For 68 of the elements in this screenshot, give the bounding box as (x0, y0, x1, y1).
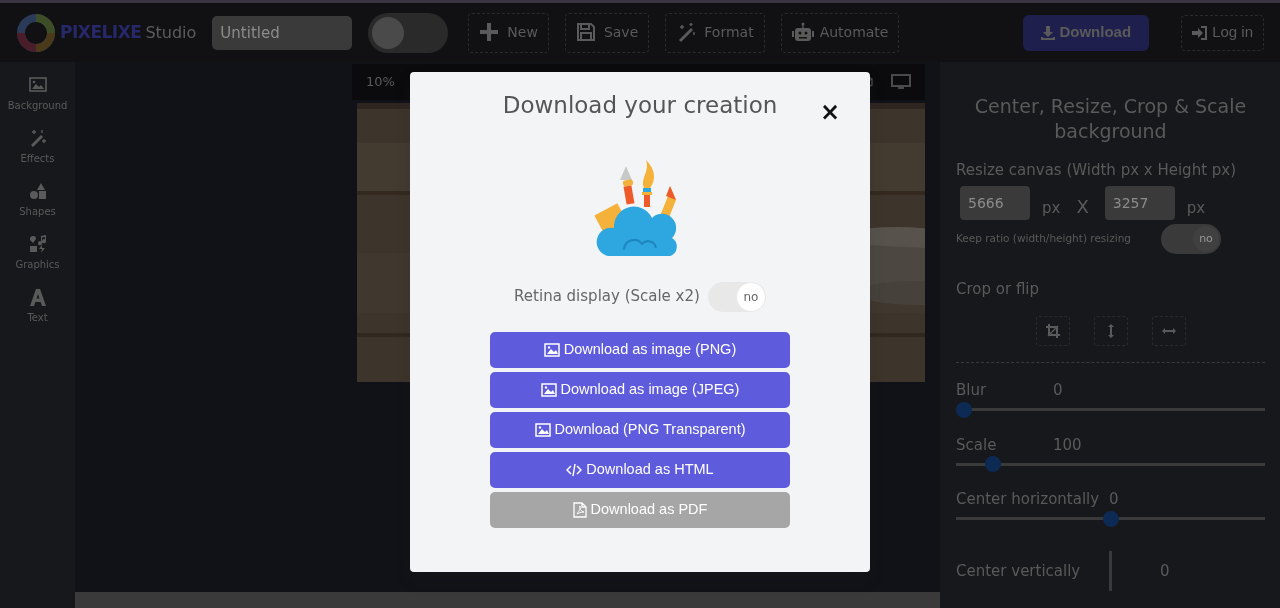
times-label: X (1076, 194, 1089, 219)
sidebar-item[interactable]: Background (0, 66, 75, 119)
text-icon (28, 288, 47, 306)
graphics-icon (28, 235, 47, 253)
slider-track[interactable] (1109, 550, 1112, 591)
logo-text: PIXELIXE (60, 20, 142, 44)
slider-label: Center horizontally (956, 489, 1101, 511)
field-label: Keep ratio (width/height) resizing (956, 231, 1131, 246)
ratio-toggle[interactable]: no (1161, 223, 1221, 254)
close-button[interactable]: × (819, 100, 840, 124)
crop-button[interactable] (1035, 316, 1070, 347)
field-label: Resize canvas (Width px x Height px) (956, 160, 1238, 182)
scrollbar[interactable] (75, 592, 940, 608)
login-button[interactable]: Log in (1181, 14, 1264, 51)
save-button[interactable]: Save (564, 12, 650, 53)
unit-label: px (1042, 198, 1061, 220)
image-icon (534, 422, 551, 437)
image-icon (28, 76, 47, 94)
monitor-icon (891, 74, 911, 90)
slider-label: Scale (956, 434, 998, 456)
theme-toggle[interactable] (368, 12, 449, 53)
slider-thumb[interactable] (1102, 510, 1119, 527)
dialog-title: Download your creation (502, 92, 778, 120)
crop-icon (1044, 323, 1061, 340)
download-option-button[interactable]: Download as image (JPEG) (490, 371, 790, 408)
automate-button[interactable]: Automate (780, 12, 900, 53)
slider-value: 0 (1160, 560, 1170, 582)
logo-text: Studio (145, 21, 197, 44)
new-button[interactable]: New (468, 12, 549, 53)
download-icon (1041, 25, 1056, 40)
sidebar-item[interactable]: Text (0, 278, 75, 331)
code-icon (566, 462, 583, 477)
retina-toggle[interactable]: no (707, 281, 766, 312)
slider-label: Blur (956, 380, 988, 402)
height-field[interactable]: 3257 (1104, 185, 1175, 220)
shapes-icon (28, 182, 47, 200)
title-field[interactable]: Untitled (212, 15, 353, 50)
toggle-knob[interactable]: no (736, 282, 765, 311)
logo-icon (16, 12, 56, 53)
width-field[interactable]: 5666 (960, 185, 1030, 220)
field-label: Crop or flip (956, 278, 1041, 300)
zoom-level: 10% (366, 73, 395, 92)
flip-horizontal-button[interactable] (1151, 316, 1186, 347)
pdf-file-icon (572, 501, 587, 518)
download-option-button[interactable]: Download as HTML (490, 451, 790, 488)
download-button[interactable]: Download (1023, 14, 1150, 51)
sidebar-item[interactable]: Shapes (0, 172, 75, 225)
download-option-button[interactable]: Download as image (PNG) (490, 331, 790, 368)
robot-icon (791, 21, 814, 44)
image-icon (543, 342, 560, 357)
download-option-button[interactable]: Download (PNG Transparent) (490, 411, 790, 448)
toggle-knob[interactable]: no (1193, 225, 1219, 252)
login-icon (1192, 25, 1209, 40)
retina-label: Retina display (Scale x2) (514, 286, 700, 308)
sidebar-item[interactable]: Graphics (0, 225, 75, 278)
sidebar-item[interactable]: Effects (0, 119, 75, 172)
slider-value: 0 (1053, 380, 1063, 402)
slider-label: Center vertically (956, 560, 1082, 582)
slider-value: 100 (1053, 434, 1082, 456)
slider-thumb[interactable] (985, 456, 1002, 473)
slider-value: 0 (1109, 489, 1119, 511)
format-button[interactable]: Format (665, 12, 765, 53)
save-icon (575, 21, 598, 44)
panel-title: Center, Resize, Crop & Scale background (973, 94, 1248, 144)
slider-thumb[interactable] (956, 401, 972, 418)
flip-vertical-button[interactable] (1093, 316, 1128, 347)
unit-label: px (1186, 198, 1206, 220)
image-icon (540, 382, 557, 397)
